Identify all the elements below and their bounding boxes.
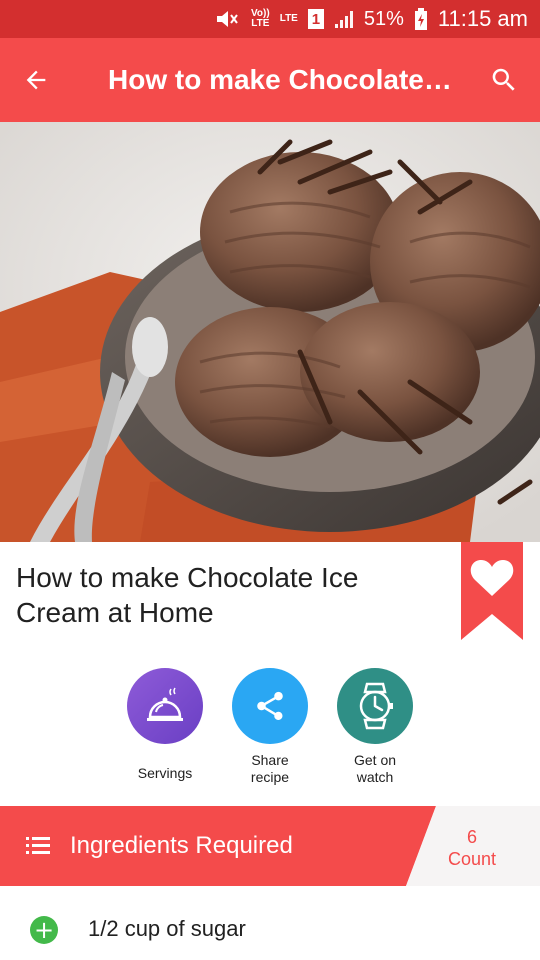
watch-icon: [359, 682, 393, 730]
share-recipe-button[interactable]: Share recipe: [215, 668, 325, 786]
status-time: 11:15 am: [437, 6, 528, 31]
share-circle[interactable]: [232, 668, 308, 744]
ingredient-text: 1/2 cup of sugar: [88, 916, 246, 941]
get-on-watch-label: Get on watch: [353, 752, 397, 785]
servings-circle[interactable]: [127, 668, 203, 744]
battery-percent: 51%: [363, 7, 404, 30]
sim-slot-label: 1: [311, 10, 321, 28]
app-bar: How to make Chocolate…: [0, 38, 540, 122]
sim-slot-badge: 1: [307, 9, 324, 29]
search-button[interactable]: [468, 38, 540, 122]
search-icon: [492, 68, 515, 91]
signal-icon: [334, 8, 354, 30]
volte-label-bottom: LTE: [251, 18, 270, 29]
servings-label: Servings: [137, 765, 193, 781]
ingredient-list-item: + 1/2 cup of sugar: [0, 900, 540, 960]
battery-charging-icon: [414, 8, 428, 30]
add-ingredient-button[interactable]: +: [30, 916, 58, 944]
lte-label: LTE: [279, 13, 298, 24]
ingredients-header-label: Ingredients Required: [70, 832, 293, 859]
servings-button[interactable]: Servings: [110, 668, 220, 782]
recipe-actions: Servings Share recipe Get on watch: [0, 668, 540, 788]
volte-indicator: Vo)) LTE: [251, 8, 270, 30]
favorite-button[interactable]: [461, 542, 523, 640]
recipe-title: How to make Chocolate Ice Cream at Home: [16, 562, 359, 628]
share-recipe-label: Share recipe: [250, 752, 290, 785]
get-on-watch-button[interactable]: Get on watch: [320, 668, 430, 786]
cloche-icon: [147, 687, 183, 721]
ingredients-count-label: Count: [447, 849, 497, 869]
ingredients-count-value: 6: [466, 827, 477, 847]
app-bar-title: How to make Chocolate…: [108, 64, 452, 95]
list-icon: [26, 837, 50, 854]
watch-circle[interactable]: [337, 668, 413, 744]
arrow-back-icon: [26, 70, 46, 90]
ingredients-header: Ingredients Required 6 Count: [0, 806, 540, 886]
share-icon: [257, 691, 283, 721]
mute-icon: [215, 8, 241, 30]
lte-indicator: LTE: [280, 8, 298, 30]
status-bar: Vo)) LTE LTE 1 51% 11:15 am: [0, 0, 540, 38]
recipe-hero-image: [0, 122, 540, 542]
back-button[interactable]: [0, 38, 72, 122]
chocolate-ice-cream-image: [0, 122, 540, 542]
ingredients-count: 6 Count: [430, 806, 514, 886]
